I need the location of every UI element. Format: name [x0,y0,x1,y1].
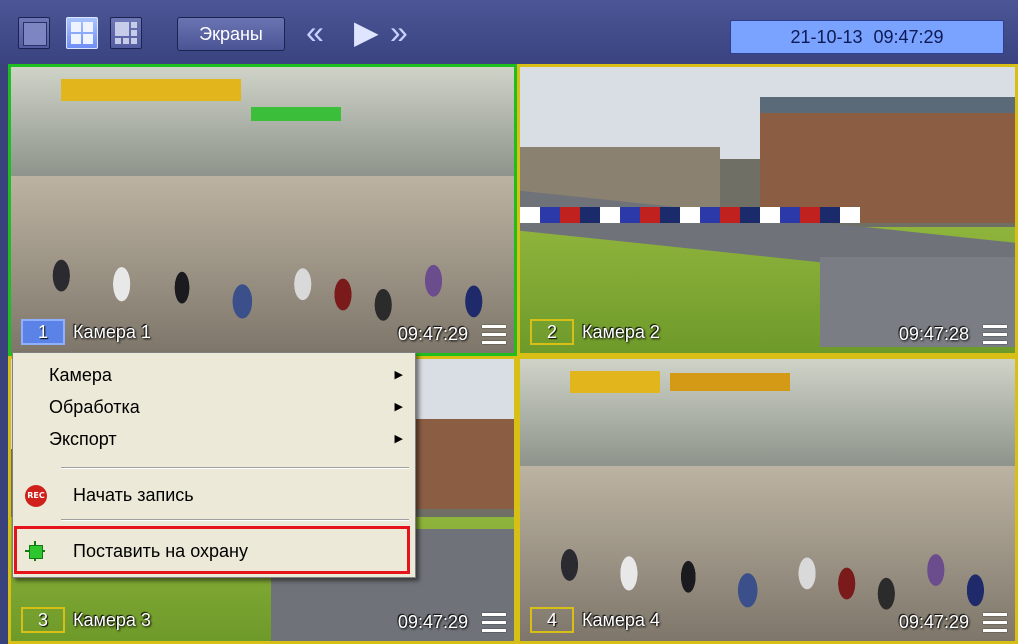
hamburger-menu-icon[interactable] [983,325,1007,345]
camera-name-label: Камера 3 [73,610,151,630]
hamburger-menu-icon[interactable] [983,613,1007,633]
menu-separator [61,467,409,469]
layout-1x1-button[interactable] [18,17,50,49]
camera-number-badge: 2 [530,319,574,345]
submenu-arrow-icon: ▶ [394,401,403,413]
camera-number-badge: 4 [530,607,574,633]
camera-tile-1[interactable]: 1 Камера 1 09:47:29 [8,64,517,356]
submenu-arrow-icon: ▶ [394,369,403,381]
toolbar: Экраны « ▶ » 21-10-13 09:47:29 [0,0,1018,64]
menu-item-export[interactable]: Экспорт ▶ [13,423,415,455]
screens-button[interactable]: Экраны [177,17,285,51]
double-chevron-left-icon[interactable]: « [306,14,324,50]
record-icon: REC [25,485,47,507]
camera-1-video [11,67,514,353]
menu-item-label: Начать запись [73,485,194,505]
datetime-display: 21-10-13 09:47:29 [730,20,1004,54]
menu-item-label: Экспорт [49,429,117,449]
menu-item-start-recording[interactable]: REC Начать запись [13,479,415,511]
camera-name-label: Камера 4 [582,610,660,630]
camera-tile-2[interactable]: 2 Камера 2 09:47:28 [517,64,1018,356]
menu-item-label: Камера [49,365,112,385]
menu-item-label: Обработка [49,397,140,417]
double-chevron-right-icon[interactable]: » [390,14,408,50]
camera-number-badge: 1 [21,319,65,345]
camera-time-label: 09:47:29 [397,612,468,632]
camera-4-video [520,359,1015,641]
menu-item-processing[interactable]: Обработка ▶ [13,391,415,423]
camera-tile-4[interactable]: 4 Камера 4 09:47:29 [517,356,1018,644]
camera-time-label: 09:47:28 [898,324,969,344]
play-icon[interactable]: ▶ [354,14,379,50]
hamburger-menu-icon[interactable] [482,325,506,345]
camera-name-label: Камера 2 [582,322,660,342]
camera-number-badge: 3 [21,607,65,633]
highlight-frame [14,526,410,574]
menu-item-camera[interactable]: Камера ▶ [13,359,415,391]
layout-1x1-icon [23,22,47,46]
menu-separator [61,519,409,521]
layout-2x2-button[interactable] [66,17,98,49]
hamburger-menu-icon[interactable] [482,613,506,633]
camera-2-video [520,67,1015,353]
camera-name-label: Камера 1 [73,322,151,342]
camera-time-label: 09:47:29 [397,324,468,344]
layout-3x3-button[interactable] [110,17,142,49]
submenu-arrow-icon: ▶ [394,433,403,445]
camera-time-label: 09:47:29 [898,612,969,632]
